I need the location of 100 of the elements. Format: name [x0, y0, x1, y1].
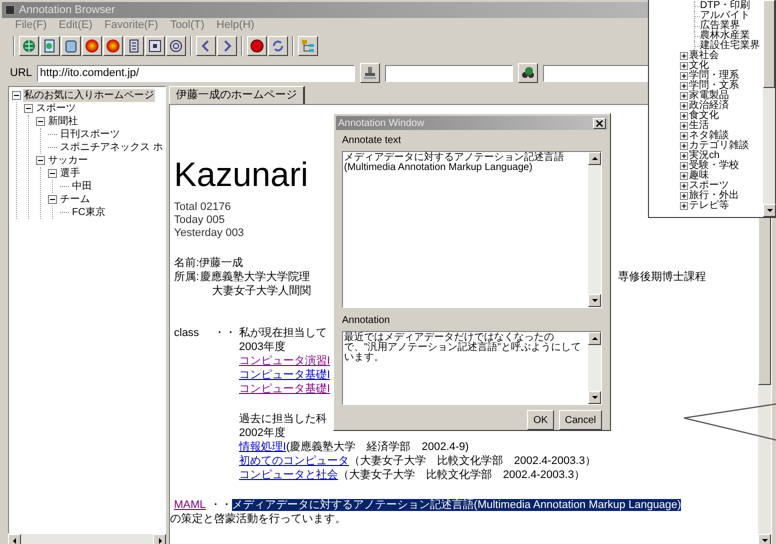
- dialog-button[interactable]: OK: [527, 410, 554, 430]
- expand-icon[interactable]: [680, 62, 688, 70]
- course-detail: （大妻女子大学 比較文化学部 2002.4-2003.3）: [349, 454, 596, 468]
- tree-item[interactable]: スポニチアネックス ホ: [59, 141, 164, 154]
- expand-icon[interactable]: [680, 182, 688, 190]
- course-link[interactable]: コンピュータ演習I: [239, 355, 330, 367]
- course-detail: (慶應義塾大学 経済学部 2002.4-9): [286, 440, 469, 454]
- tree-item[interactable]: 文化: [689, 61, 709, 71]
- expand-icon[interactable]: [680, 152, 688, 160]
- tab[interactable]: 伊藤一成のホームページ: [169, 86, 305, 104]
- tree-item[interactable]: 食文化: [689, 111, 719, 121]
- expand-icon[interactable]: [680, 122, 688, 130]
- collapse-icon[interactable]: [12, 91, 21, 100]
- tree-item[interactable]: 趣味: [689, 171, 709, 181]
- tree-item[interactable]: 生活: [689, 121, 709, 131]
- expand-icon[interactable]: [680, 202, 688, 210]
- annotate-button[interactable]: [360, 63, 380, 83]
- expand-icon[interactable]: [680, 172, 688, 180]
- toolbar-button[interactable]: [82, 36, 102, 56]
- expand-icon[interactable]: [680, 82, 688, 90]
- tree-item[interactable]: テレビ等: [689, 201, 729, 211]
- tree-item[interactable]: 学問・文系: [689, 81, 739, 91]
- collapse-icon[interactable]: [36, 156, 45, 165]
- close-button[interactable]: [593, 118, 606, 128]
- course-link[interactable]: コンピュータ基礎I: [239, 369, 330, 381]
- expand-icon[interactable]: [680, 52, 688, 60]
- toolbar-button[interactable]: [103, 36, 123, 56]
- back-button[interactable]: [196, 36, 216, 56]
- annotate-text-field[interactable]: メディアデータに対するアノテーション記述言語(Multimedia Annotation Markup Language): [342, 151, 602, 308]
- dialog-button[interactable]: Cancel: [558, 410, 602, 430]
- expand-icon[interactable]: [680, 192, 688, 200]
- expand-icon[interactable]: [680, 162, 688, 170]
- tree-item[interactable]: 私のお気に入りホームページ: [23, 89, 155, 102]
- expand-icon[interactable]: [680, 92, 688, 100]
- forward-button[interactable]: [217, 36, 237, 56]
- tree-item[interactable]: 家電製品: [689, 91, 729, 101]
- tree-item[interactable]: チーム: [59, 193, 91, 206]
- app-icon: [5, 5, 15, 15]
- scroll-down-button[interactable]: [763, 204, 776, 217]
- expand-icon[interactable]: [680, 142, 688, 150]
- tree-item[interactable]: 実況ch: [689, 151, 720, 161]
- refresh-button[interactable]: [268, 36, 288, 56]
- scrollbar-thumb[interactable]: [763, 0, 775, 88]
- scroll-up-button[interactable]: [588, 332, 601, 345]
- add-page-button[interactable]: [19, 36, 39, 56]
- stamp-icon: [363, 66, 378, 80]
- toolbar-button[interactable]: [124, 36, 144, 56]
- search-button[interactable]: [518, 63, 538, 83]
- tree-item[interactable]: ネタ雑談: [689, 131, 729, 141]
- expand-icon[interactable]: [680, 112, 688, 120]
- tree-item[interactable]: 建設住宅業界: [700, 41, 760, 51]
- text-field[interactable]: [385, 64, 514, 82]
- horizontal-scrollbar[interactable]: [8, 534, 166, 544]
- toolbar-button[interactable]: [166, 36, 186, 56]
- tree-item[interactable]: 新聞社: [47, 115, 79, 128]
- scroll-left-button[interactable]: [8, 534, 21, 544]
- expand-icon[interactable]: [680, 72, 688, 80]
- vertical-scrollbar[interactable]: [763, 0, 775, 217]
- tree-item[interactable]: スポーツ: [689, 181, 729, 191]
- collapse-icon[interactable]: [48, 195, 57, 204]
- tree-item[interactable]: スポーツ: [35, 102, 77, 115]
- tree-item[interactable]: 旅行・外出: [689, 191, 739, 201]
- tree-item[interactable]: 広告業界: [700, 21, 740, 31]
- scroll-down-button[interactable]: [758, 534, 771, 544]
- tree-item[interactable]: 選手: [59, 167, 81, 180]
- scroll-right-button[interactable]: [153, 534, 166, 544]
- tree-item[interactable]: 学問・理系: [689, 71, 739, 81]
- collapse-icon[interactable]: [36, 117, 45, 126]
- tree-item[interactable]: カテゴリ雑談: [689, 141, 749, 151]
- tree-item[interactable]: FC東京: [71, 206, 106, 219]
- stop-button[interactable]: [247, 36, 267, 56]
- toolbar-button[interactable]: [40, 36, 60, 56]
- course-link[interactable]: 初めてのコンピュータ: [239, 454, 349, 468]
- tree-item[interactable]: 農林水産業: [700, 31, 750, 41]
- scroll-up-button[interactable]: [588, 152, 601, 165]
- page-heading: Kazunari: [174, 155, 308, 195]
- tree-item[interactable]: 裏社会: [689, 51, 719, 61]
- tree-item[interactable]: DTP・印刷: [700, 1, 750, 11]
- course-link[interactable]: 情報処理I: [239, 440, 286, 454]
- scroll-down-button[interactable]: [588, 391, 601, 404]
- tree-item[interactable]: 政治経済: [689, 101, 729, 111]
- toolbar-button[interactable]: [145, 36, 165, 56]
- course-link[interactable]: コンピュータ基礎I: [239, 383, 330, 395]
- tree-item[interactable]: サッカー: [47, 154, 89, 167]
- tree-item[interactable]: 中田: [71, 180, 93, 193]
- tree-item[interactable]: 日刊スポーツ: [59, 128, 121, 141]
- expand-icon[interactable]: [680, 132, 688, 140]
- url-field[interactable]: http://ito.comdent.jp/: [37, 64, 356, 82]
- toolbar-button[interactable]: [61, 36, 81, 56]
- collapse-icon[interactable]: [24, 104, 33, 113]
- tree-button[interactable]: [298, 36, 318, 56]
- visit-counter: Total 02176: [174, 201, 231, 214]
- maml-link[interactable]: MAML: [174, 498, 206, 512]
- course-link[interactable]: コンピュータと社会: [239, 468, 338, 482]
- tree-item[interactable]: アルバイト: [700, 11, 750, 21]
- collapse-icon[interactable]: [48, 169, 57, 178]
- tree-item[interactable]: 受験・学校: [689, 161, 739, 171]
- expand-icon[interactable]: [680, 102, 688, 110]
- scroll-down-button[interactable]: [588, 294, 601, 307]
- annotation-field[interactable]: 最近ではメディアデータだけではなくなったので、"汎用アノテーション記述言語"と呼ぶようにしています。: [342, 330, 602, 405]
